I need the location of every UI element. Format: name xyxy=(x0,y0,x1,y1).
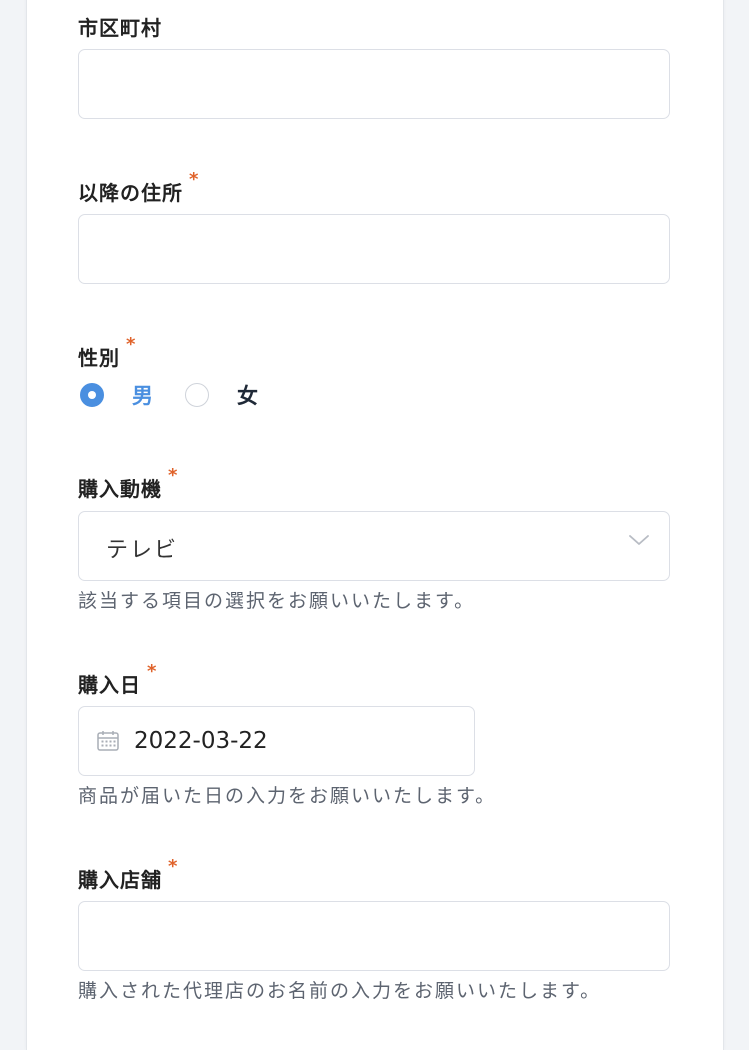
required-mark: * xyxy=(168,465,179,486)
store-help-text: 購入された代理店のお名前の入力をお願いいたします。 xyxy=(78,980,602,1002)
gender-radio-male[interactable] xyxy=(80,383,104,407)
address-input[interactable] xyxy=(78,214,670,284)
motive-select-value[interactable]: テレビ xyxy=(106,532,178,564)
required-mark: * xyxy=(189,169,200,190)
store-input[interactable] xyxy=(78,901,670,971)
gender-option-male-label[interactable]: 男 xyxy=(132,380,153,410)
purchase-date-help-text: 商品が届いた日の入力をお願いいたします。 xyxy=(78,785,497,807)
city-input[interactable] xyxy=(78,49,670,119)
gender-label-text: 性別 xyxy=(78,346,120,370)
chevron-down-icon[interactable] xyxy=(628,532,650,551)
address-label: 以降の住所 * xyxy=(78,169,199,206)
city-label: 市区町村 xyxy=(78,12,162,41)
required-mark: * xyxy=(168,856,179,877)
purchase-date-value[interactable]: 2022-03-22 xyxy=(134,728,268,754)
store-label: 購入店舗 * xyxy=(78,856,178,893)
gender-radio-group: 男 女 xyxy=(80,380,290,410)
purchase-date-label: 購入日 * xyxy=(78,661,157,698)
purchase-date-label-text: 購入日 xyxy=(78,673,141,697)
gender-option-female-label[interactable]: 女 xyxy=(237,380,258,410)
motive-label: 購入動機 * xyxy=(78,465,178,502)
city-label-text: 市区町村 xyxy=(78,16,162,40)
required-mark: * xyxy=(126,334,137,355)
motive-label-text: 購入動機 xyxy=(78,477,162,501)
required-mark: * xyxy=(147,661,158,682)
address-label-text: 以降の住所 xyxy=(78,181,183,205)
store-label-text: 購入店舗 xyxy=(78,868,162,892)
calendar-icon xyxy=(96,729,120,757)
gender-label: 性別 * xyxy=(78,334,136,371)
gender-radio-female[interactable] xyxy=(185,383,209,407)
motive-help-text: 該当する項目の選択をお願いいたします。 xyxy=(78,590,476,612)
